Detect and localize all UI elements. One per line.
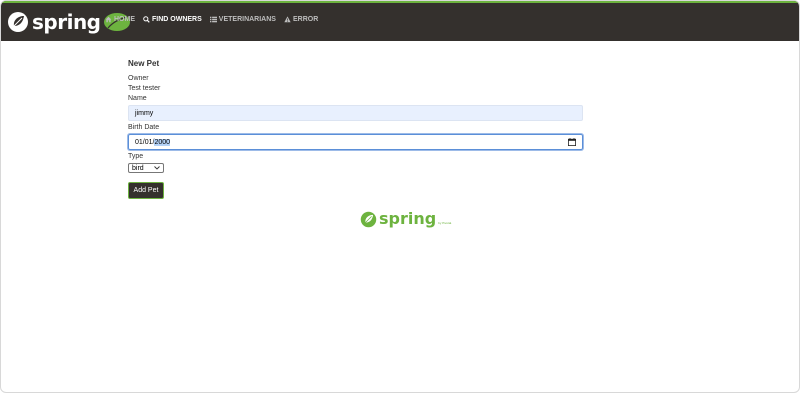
page-title: New Pet (128, 59, 160, 68)
nav-home[interactable]: Home (105, 16, 135, 23)
chevron-down-icon (154, 166, 160, 170)
footer-logo: spring by Pivotal. (360, 210, 452, 228)
birth-date-input[interactable]: 01/01/2000 (128, 134, 583, 150)
name-label: Name (128, 95, 147, 102)
nav-find-owners[interactable]: Find owners (143, 16, 202, 23)
name-input-value: jimmy (135, 109, 154, 117)
footer-brand-name: spring (379, 209, 437, 228)
footer-by-pivotal: by Pivotal. (438, 221, 453, 225)
nav-veterinarians[interactable]: Veterinarians (209, 16, 276, 23)
spring-leaf-icon (360, 211, 377, 228)
main-nav: Home Find owners Veterinarians Error (105, 16, 318, 23)
nav-error[interactable]: Error (284, 16, 318, 23)
search-icon (143, 16, 150, 23)
nav-error-label: Error (292, 16, 319, 23)
warning-icon (284, 16, 291, 23)
brand-name: spring (32, 10, 101, 34)
name-input[interactable]: jimmy (128, 105, 583, 121)
add-pet-button[interactable]: Add Pet (128, 182, 164, 199)
birth-date-label: Birth Date (128, 124, 160, 131)
browser-viewport: spring Home Find owners Veterinarians Er… (0, 0, 800, 393)
birth-date-value: 01/01/2000 (135, 138, 171, 146)
owner-label: Owner (128, 75, 149, 82)
navbar: spring Home Find owners Veterinarians Er… (1, 1, 799, 41)
home-icon (105, 16, 112, 23)
nav-find-owners-label: Find owners (152, 16, 202, 23)
type-select-value: bird (132, 164, 144, 172)
calendar-icon[interactable] (568, 138, 576, 146)
spring-leaf-icon (8, 12, 28, 32)
type-select[interactable]: bird (128, 163, 164, 173)
owner-value: Test tester (128, 85, 161, 92)
list-icon (209, 16, 217, 23)
birth-date-year: 2000 (154, 138, 171, 146)
nav-veterinarians-label: Veterinarians (218, 16, 276, 23)
birth-date-prefix: 01/01/ (135, 138, 155, 146)
type-label: Type (128, 153, 144, 160)
new-pet-form: New Pet Owner Test tester Name jimmy Bir… (128, 59, 584, 199)
nav-home-label: Home (114, 16, 135, 23)
